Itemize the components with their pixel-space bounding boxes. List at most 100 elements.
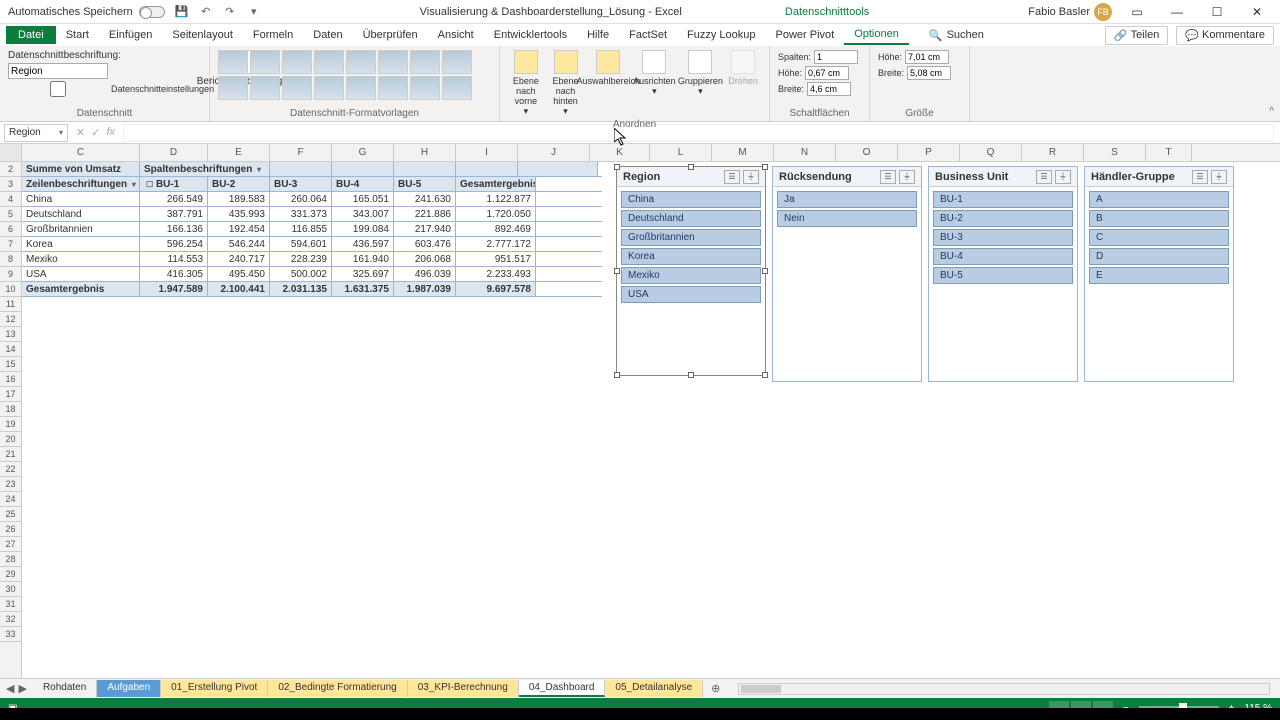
caption-input[interactable]: [8, 63, 108, 79]
row-header-11[interactable]: 11: [0, 297, 21, 312]
pivot-row-dropdown[interactable]: Zeilenbeschriftungen ▾: [22, 177, 140, 191]
slicer-region[interactable]: Region ☰ ⏚ ChinaDeutschlandGroßbritannie…: [616, 166, 766, 376]
row-header-3[interactable]: 3: [0, 177, 21, 192]
col-header-G[interactable]: G: [332, 144, 394, 161]
row-header-30[interactable]: 30: [0, 582, 21, 597]
collapse-ribbon-icon[interactable]: ^: [1269, 106, 1274, 117]
col-header-H[interactable]: H: [394, 144, 456, 161]
col-header-R[interactable]: R: [1022, 144, 1084, 161]
slicer-business-unit[interactable]: Business Unit ☰ ⏚ BU-1BU-2BU-3BU-4BU-5: [928, 166, 1078, 382]
cancel-icon[interactable]: ✕: [76, 126, 85, 139]
tab-optionen[interactable]: Optionen: [844, 25, 909, 45]
col-header-F[interactable]: F: [270, 144, 332, 161]
col-header-J[interactable]: J: [518, 144, 590, 161]
row-header-31[interactable]: 31: [0, 597, 21, 612]
maximize-button[interactable]: ☐: [1202, 2, 1232, 22]
row-header-29[interactable]: 29: [0, 567, 21, 582]
tab-fuzzy[interactable]: Fuzzy Lookup: [677, 26, 765, 44]
row-header-18[interactable]: 18: [0, 402, 21, 417]
slicer-region-item-3[interactable]: Korea: [621, 248, 761, 265]
name-box[interactable]: Region▾: [4, 124, 68, 142]
height-input[interactable]: [905, 50, 949, 64]
col-header-T[interactable]: T: [1146, 144, 1192, 161]
row-header-28[interactable]: 28: [0, 552, 21, 567]
col-header-I[interactable]: I: [456, 144, 518, 161]
btn-width-input[interactable]: [807, 82, 851, 96]
clear-filter-icon[interactable]: ⏚: [743, 170, 759, 184]
slicer-bu-item-4[interactable]: BU-5: [933, 267, 1073, 284]
sheet-rohdaten[interactable]: Rohdaten: [33, 680, 97, 697]
row-header-24[interactable]: 24: [0, 492, 21, 507]
tab-start[interactable]: Start: [56, 26, 99, 44]
sheet-nav-prev-icon[interactable]: ◀: [6, 682, 14, 695]
col-header-D[interactable]: D: [140, 144, 208, 161]
col-header-C[interactable]: C: [22, 144, 140, 161]
row-header-4[interactable]: 4: [0, 192, 21, 207]
row-header-20[interactable]: 20: [0, 432, 21, 447]
row-header-7[interactable]: 7: [0, 237, 21, 252]
row-header-27[interactable]: 27: [0, 537, 21, 552]
avatar[interactable]: FB: [1094, 3, 1112, 21]
slicer-region-item-1[interactable]: Deutschland: [621, 210, 761, 227]
row-header-9[interactable]: 9: [0, 267, 21, 282]
row-header-16[interactable]: 16: [0, 372, 21, 387]
clear-filter-icon[interactable]: ⏚: [1211, 170, 1227, 184]
selection-pane-button[interactable]: Auswahlbereich: [587, 50, 629, 117]
align-button[interactable]: Ausrichten ▾: [633, 50, 675, 117]
tab-factset[interactable]: FactSet: [619, 26, 677, 44]
columns-input[interactable]: [814, 50, 858, 64]
row-header-8[interactable]: 8: [0, 252, 21, 267]
style-gallery[interactable]: [218, 50, 498, 100]
share-button[interactable]: 🔗 Teilen: [1105, 26, 1168, 45]
row-header-15[interactable]: 15: [0, 357, 21, 372]
multiselect-icon[interactable]: ☰: [880, 170, 896, 184]
slicer-haendler-item-0[interactable]: A: [1089, 191, 1229, 208]
close-button[interactable]: ✕: [1242, 2, 1272, 22]
slicer-bu-item-2[interactable]: BU-3: [933, 229, 1073, 246]
slicer-region-item-0[interactable]: China: [621, 191, 761, 208]
row-header-25[interactable]: 25: [0, 507, 21, 522]
slicer-bu-item-3[interactable]: BU-4: [933, 248, 1073, 265]
col-header-E[interactable]: E: [208, 144, 270, 161]
tab-ueberpruefen[interactable]: Überprüfen: [353, 26, 428, 44]
sheet-nav-next-icon[interactable]: ▶: [18, 682, 26, 695]
slicer-haendler-item-4[interactable]: E: [1089, 267, 1229, 284]
sheet-05[interactable]: 05_Detailanalyse: [605, 680, 703, 697]
settings-checkbox[interactable]: Datenschnitteinstellungen: [8, 81, 214, 97]
add-sheet-icon[interactable]: ⊕: [703, 682, 728, 695]
slicer-ruecksendung-item-0[interactable]: Ja: [777, 191, 917, 208]
minimize-button[interactable]: —: [1162, 2, 1192, 22]
slicer-bu-item-1[interactable]: BU-2: [933, 210, 1073, 227]
slicer-ruecksendung-item-1[interactable]: Nein: [777, 210, 917, 227]
multiselect-icon[interactable]: ☰: [1192, 170, 1208, 184]
width-input[interactable]: [907, 66, 951, 80]
group-button[interactable]: Gruppieren ▾: [679, 50, 721, 117]
undo-icon[interactable]: ↶: [199, 5, 213, 19]
col-header-M[interactable]: M: [712, 144, 774, 161]
col-header-N[interactable]: N: [774, 144, 836, 161]
row-header-22[interactable]: 22: [0, 462, 21, 477]
row-header-10[interactable]: 10: [0, 282, 21, 297]
select-all[interactable]: [0, 144, 22, 161]
clear-filter-icon[interactable]: ⏚: [1055, 170, 1071, 184]
save-icon[interactable]: 💾: [175, 5, 189, 19]
tab-daten[interactable]: Daten: [303, 26, 352, 44]
pivot-col-dropdown[interactable]: Spaltenbeschriftungen ▾: [140, 162, 270, 176]
rotate-button[interactable]: Drehen: [725, 50, 761, 117]
col-header-L[interactable]: L: [650, 144, 712, 161]
row-header-17[interactable]: 17: [0, 387, 21, 402]
tab-hilfe[interactable]: Hilfe: [577, 26, 619, 44]
tab-ansicht[interactable]: Ansicht: [428, 26, 484, 44]
autosave-toggle[interactable]: [139, 6, 165, 18]
row-header-33[interactable]: 33: [0, 627, 21, 642]
tab-einfuegen[interactable]: Einfügen: [99, 26, 162, 44]
row-header-21[interactable]: 21: [0, 447, 21, 462]
ribbon-mode-icon[interactable]: ▭: [1122, 2, 1152, 22]
tab-datei[interactable]: Datei: [6, 26, 56, 44]
redo-icon[interactable]: ↷: [223, 5, 237, 19]
multiselect-icon[interactable]: ☰: [724, 170, 740, 184]
slicer-haendler-item-2[interactable]: C: [1089, 229, 1229, 246]
row-header-6[interactable]: 6: [0, 222, 21, 237]
slicer-ruecksendung[interactable]: Rücksendung ☰ ⏚ JaNein: [772, 166, 922, 382]
bring-forward-button[interactable]: Ebene nach vorne ▾: [508, 50, 544, 117]
